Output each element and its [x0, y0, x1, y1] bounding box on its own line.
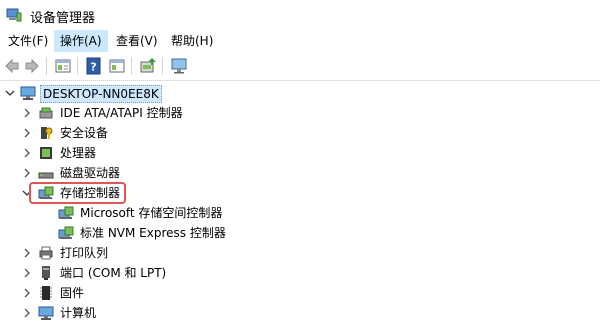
tree-child-nvme[interactable]: 标准 NVM Express 控制器	[0, 223, 600, 243]
computer-icon	[38, 306, 54, 320]
highlight-box	[29, 182, 126, 204]
tree-node-computer[interactable]: 计算机	[0, 303, 600, 323]
update-driver-icon[interactable]	[139, 57, 157, 75]
tree-node-label: 安全设备	[60, 126, 109, 140]
tree-node-label: 磁盘驱动器	[60, 166, 121, 180]
tree-node-firmware[interactable]: 固件	[0, 283, 600, 303]
chevron-right-icon[interactable]	[20, 146, 34, 160]
chevron-right-icon[interactable]	[20, 126, 34, 140]
tree-node-security[interactable]: 安全设备	[0, 123, 600, 143]
disk-drive-icon	[38, 172, 54, 179]
title-bar: 设备管理器	[0, 0, 600, 30]
window-title: 设备管理器	[30, 11, 96, 26]
tree-node-label: 固件	[60, 286, 85, 300]
tree-node-print-queue[interactable]: 打印队列	[0, 243, 600, 263]
tree-child-storage-spaces[interactable]: Microsoft 存储空间控制器	[0, 203, 600, 223]
port-icon	[42, 266, 50, 280]
menu-action[interactable]: 操作(A)	[54, 30, 108, 52]
help-icon[interactable]: ?	[85, 57, 103, 75]
tree-root[interactable]: DESKTOP-NN0EE8K	[0, 83, 600, 103]
tree-child-label: 标准 NVM Express 控制器	[80, 226, 226, 240]
chevron-right-icon[interactable]	[20, 266, 34, 280]
tree-node-label: IDE ATA/ATAPI 控制器	[60, 106, 183, 120]
tree-node-disk[interactable]: 磁盘驱动器	[0, 163, 600, 183]
security-device-icon	[41, 127, 53, 139]
device-manager-icon	[6, 8, 22, 22]
tree-node-label: 计算机	[60, 306, 97, 320]
chevron-down-icon[interactable]	[3, 86, 17, 100]
ide-controller-icon	[39, 107, 53, 119]
menu-bar: 文件(F) 操作(A) 查看(V) 帮助(H)	[0, 30, 600, 52]
processor-icon	[40, 147, 52, 159]
toolbar-separator	[162, 57, 163, 75]
menu-view[interactable]: 查看(V)	[110, 30, 164, 52]
printer-icon	[39, 246, 53, 260]
tree-node-label: 端口 (COM 和 LPT)	[60, 266, 167, 280]
chevron-right-icon[interactable]	[20, 286, 34, 300]
tree-node-label: 打印队列	[60, 246, 109, 260]
toolbar-separator	[46, 57, 47, 75]
storage-controller-icon	[58, 226, 74, 239]
device-tree: DESKTOP-NN0EE8K IDE ATA/ATAPI 控制器 安全设备 处…	[0, 81, 600, 325]
toolbar: ?	[0, 52, 600, 81]
tree-node-processor[interactable]: 处理器	[0, 143, 600, 163]
window-icon[interactable]	[108, 57, 126, 75]
svg-text:?: ?	[90, 61, 96, 74]
chevron-right-icon[interactable]	[20, 106, 34, 120]
forward-icon[interactable]	[23, 57, 41, 75]
computer-icon	[20, 86, 36, 100]
menu-help[interactable]: 帮助(H)	[165, 30, 219, 52]
firmware-icon	[40, 286, 52, 300]
toolbar-separator	[131, 57, 132, 75]
root-label: DESKTOP-NN0EE8K	[40, 85, 162, 103]
tree-node-ide[interactable]: IDE ATA/ATAPI 控制器	[0, 103, 600, 123]
storage-controller-icon	[58, 206, 74, 219]
tree-child-label: Microsoft 存储空间控制器	[80, 206, 223, 220]
menu-file[interactable]: 文件(F)	[2, 30, 54, 52]
chevron-right-icon[interactable]	[20, 306, 34, 320]
tree-node-label: 处理器	[60, 146, 97, 160]
monitor-icon[interactable]	[170, 57, 188, 75]
tree-node-ports[interactable]: 端口 (COM 和 LPT)	[0, 263, 600, 283]
chevron-right-icon[interactable]	[20, 166, 34, 180]
chevron-right-icon[interactable]	[20, 246, 34, 260]
properties-icon[interactable]	[54, 57, 72, 75]
back-icon[interactable]	[3, 57, 21, 75]
toolbar-separator	[77, 57, 78, 75]
